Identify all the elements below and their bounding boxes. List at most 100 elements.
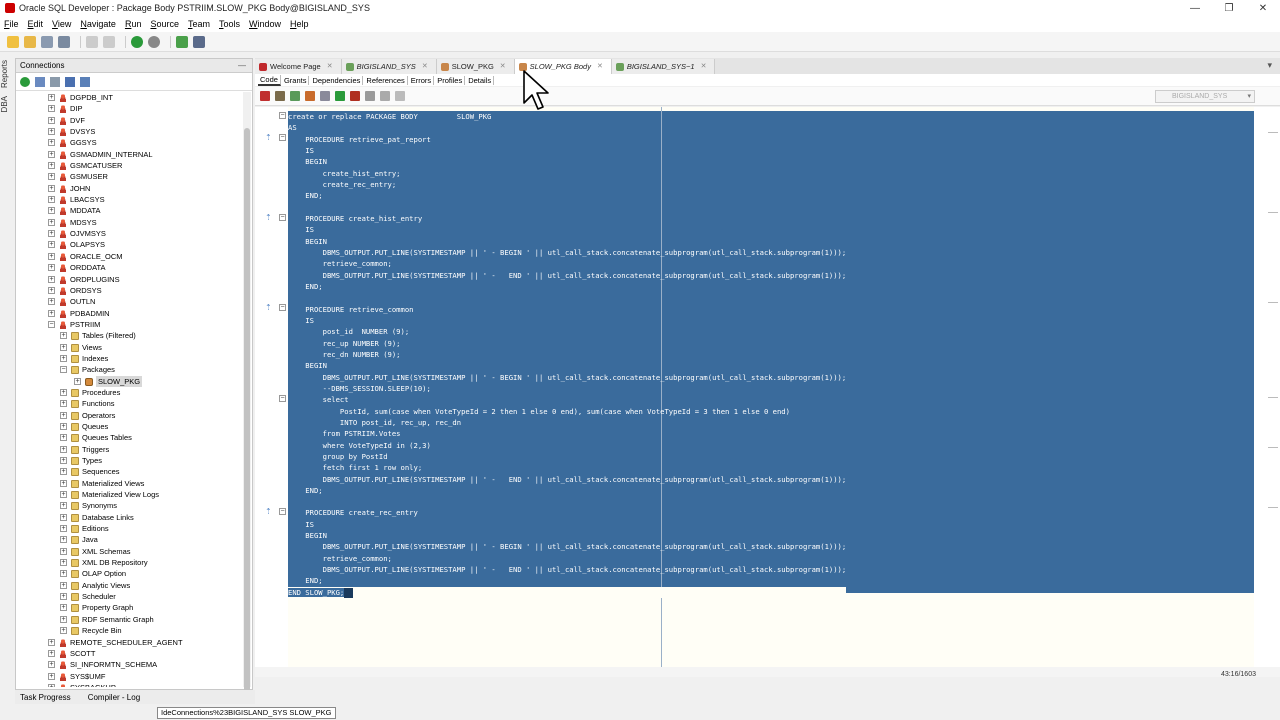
tree-node[interactable]: + ORDPLUGINS bbox=[16, 274, 244, 285]
expand-node-icon[interactable]: + bbox=[48, 298, 55, 306]
expand-node-icon[interactable]: + bbox=[48, 649, 55, 657]
tab-welcome-page[interactable]: Welcome Page ✕ bbox=[255, 59, 342, 74]
expand-node-icon[interactable]: + bbox=[48, 286, 55, 294]
tree-node[interactable]: + GSMADMIN_INTERNAL bbox=[16, 149, 244, 160]
tree-node[interactable]: + DIP bbox=[16, 103, 244, 114]
expand-node-icon[interactable]: + bbox=[48, 94, 55, 101]
tree-node[interactable]: + JOHN bbox=[16, 183, 244, 194]
close-tab-icon[interactable]: ✕ bbox=[701, 59, 707, 74]
redo-icon[interactable] bbox=[103, 35, 115, 48]
menu-source[interactable]: Source bbox=[150, 19, 179, 29]
open-folder-icon[interactable] bbox=[24, 35, 36, 48]
subtab-code[interactable]: Code bbox=[258, 74, 281, 86]
menu-navigate[interactable]: Navigate bbox=[80, 19, 116, 29]
tree-node[interactable]: + Triggers bbox=[16, 444, 244, 455]
expand-node-icon[interactable]: + bbox=[60, 536, 67, 544]
expand-node-icon[interactable]: + bbox=[48, 173, 55, 181]
tree-node[interactable]: + PDBADMIN bbox=[16, 308, 244, 319]
expand-node-icon[interactable]: + bbox=[48, 196, 55, 204]
breakpoint-marker-icon[interactable]: ⇡ bbox=[265, 507, 272, 516]
forward-icon[interactable] bbox=[148, 35, 160, 48]
tree-node[interactable]: + Views bbox=[16, 342, 244, 353]
expand-node-icon[interactable]: + bbox=[48, 230, 55, 238]
tree-node[interactable]: + SYSBACKUP bbox=[16, 682, 244, 687]
monitor-icon[interactable] bbox=[193, 35, 205, 48]
tree-node[interactable]: + Functions bbox=[16, 398, 244, 409]
expand-node-icon[interactable]: + bbox=[48, 672, 55, 680]
tree-node[interactable]: + XML Schemas bbox=[16, 546, 244, 557]
reports-side-tab[interactable]: Reports bbox=[0, 60, 9, 88]
expand-node-icon[interactable]: + bbox=[60, 615, 67, 623]
expand-node-icon[interactable]: + bbox=[60, 525, 67, 533]
fold-toggle[interactable]: − bbox=[279, 508, 286, 515]
fold-toggle[interactable]: − bbox=[279, 304, 286, 311]
breakpoint-marker-icon[interactable]: ⇡ bbox=[265, 303, 272, 312]
expand-node-icon[interactable]: + bbox=[48, 218, 55, 226]
fold-toggle[interactable]: − bbox=[279, 395, 286, 402]
tree-node[interactable]: + SLOW_PKG bbox=[16, 375, 244, 387]
tree-node[interactable]: + ORDDATA bbox=[16, 262, 244, 273]
expand-node-icon[interactable]: + bbox=[48, 683, 55, 687]
close-tab-icon[interactable]: ✕ bbox=[327, 59, 333, 74]
tree-node[interactable]: + Property Graph bbox=[16, 602, 244, 613]
tree-node[interactable]: + DVF bbox=[16, 115, 244, 126]
tree-node[interactable]: + XML DB Repository bbox=[16, 557, 244, 568]
menu-file[interactable]: File bbox=[4, 19, 19, 29]
menu-team[interactable]: Team bbox=[188, 19, 210, 29]
tree-node[interactable]: + Analytic Views bbox=[16, 580, 244, 591]
tree-node[interactable]: + OLAPSYS bbox=[16, 239, 244, 250]
tree-node[interactable]: + Scheduler bbox=[16, 591, 244, 602]
tree-node[interactable]: + MDDATA bbox=[16, 205, 244, 216]
tree-node[interactable]: + LBACSYS bbox=[16, 194, 244, 205]
tree-node[interactable]: + MDSYS bbox=[16, 217, 244, 228]
expand-node-icon[interactable]: + bbox=[60, 570, 67, 578]
tree-node[interactable]: + Materialized Views bbox=[16, 478, 244, 489]
expand-node-icon[interactable]: + bbox=[48, 128, 55, 136]
collapse-node-icon[interactable]: − bbox=[48, 320, 55, 328]
tree-node[interactable]: + OJVMSYS bbox=[16, 228, 244, 239]
tree-node[interactable]: + SCOTT bbox=[16, 648, 244, 659]
expand-node-icon[interactable]: + bbox=[60, 502, 67, 510]
tree-node[interactable]: + REMOTE_SCHEDULER_AGENT bbox=[16, 637, 244, 648]
expand-node-icon[interactable]: + bbox=[60, 627, 67, 635]
tree-node[interactable]: + Queues Tables bbox=[16, 432, 244, 443]
filter-icon[interactable] bbox=[50, 76, 60, 87]
expand-node-icon[interactable]: + bbox=[48, 661, 55, 669]
bookmark-icon[interactable] bbox=[365, 91, 375, 101]
tab-task-progress[interactable]: Task Progress bbox=[20, 693, 71, 702]
close-tab-icon[interactable]: ✕ bbox=[597, 59, 603, 74]
tree-node[interactable]: + Recycle Bin bbox=[16, 625, 244, 636]
expand-node-icon[interactable]: + bbox=[60, 388, 67, 396]
subtab-details[interactable]: Details bbox=[466, 75, 495, 85]
expand-node-icon[interactable]: + bbox=[74, 377, 81, 385]
run-icon[interactable] bbox=[335, 91, 345, 101]
tab-compiler-log[interactable]: Compiler - Log bbox=[88, 693, 140, 702]
tabs-menu-icon[interactable]: ▾ bbox=[1267, 60, 1272, 71]
refresh-icon[interactable] bbox=[290, 91, 300, 101]
expand-node-icon[interactable]: + bbox=[60, 354, 67, 362]
expand-node-icon[interactable]: + bbox=[60, 581, 67, 589]
expand-node-icon[interactable]: + bbox=[60, 434, 67, 442]
expand-node-icon[interactable]: + bbox=[60, 332, 67, 340]
subtab-errors[interactable]: Errors bbox=[409, 75, 435, 85]
tree-node[interactable]: + OUTLN bbox=[16, 296, 244, 307]
tree-node[interactable]: + Procedures bbox=[16, 387, 244, 398]
editor-horizontal-scrollbar[interactable] bbox=[255, 667, 1280, 677]
expand-node-icon[interactable]: + bbox=[48, 105, 55, 113]
menu-view[interactable]: View bbox=[52, 19, 71, 29]
run-sql-icon[interactable] bbox=[176, 35, 188, 48]
expand-node-icon[interactable]: + bbox=[60, 457, 67, 464]
tree-node[interactable]: − Packages bbox=[16, 364, 244, 375]
freeze-pin-icon[interactable] bbox=[260, 91, 270, 101]
tree-node[interactable]: + Editions bbox=[16, 523, 244, 534]
tree-node[interactable]: + Synonyms bbox=[16, 500, 244, 511]
expand-node-icon[interactable]: + bbox=[60, 593, 67, 601]
compile-options-icon[interactable] bbox=[320, 91, 330, 101]
code-editor[interactable]: create or replace PACKAGE BODY SLOW_PKG A… bbox=[288, 107, 1254, 667]
tree-node[interactable]: + GSMCATUSER bbox=[16, 160, 244, 171]
expand-node-icon[interactable]: + bbox=[48, 309, 55, 317]
refresh-icon[interactable] bbox=[35, 76, 45, 87]
connection-select[interactable]: BIGISLAND_SYS bbox=[1155, 90, 1255, 103]
menu-help[interactable]: Help bbox=[290, 19, 309, 29]
tab-bigisland-sys[interactable]: BIGISLAND_SYS ✕ bbox=[341, 59, 437, 74]
